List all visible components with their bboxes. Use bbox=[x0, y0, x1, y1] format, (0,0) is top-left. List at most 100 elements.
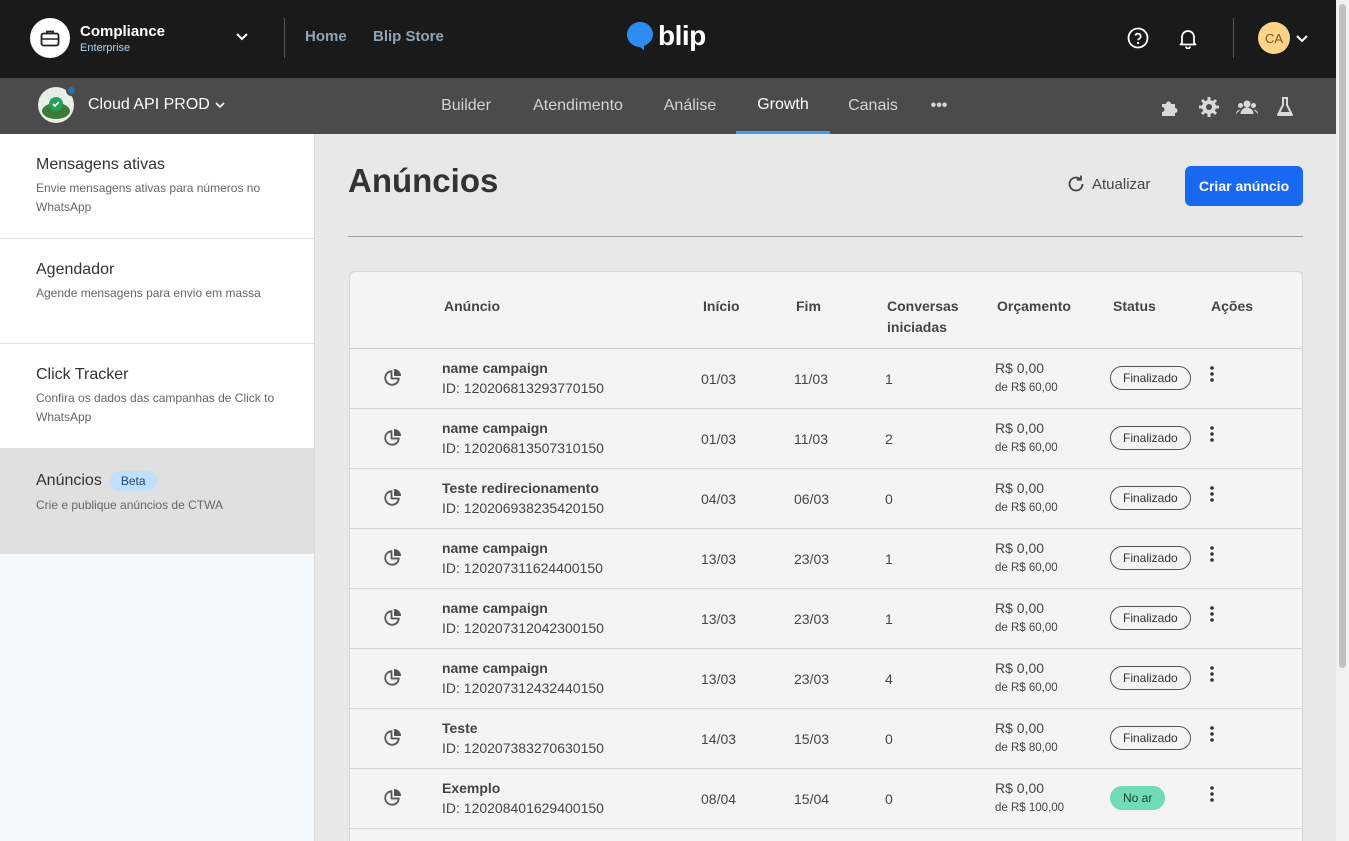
sidebar-item-desc: Confira os dados das campanhas de Click … bbox=[36, 391, 275, 424]
pie-chart-icon bbox=[383, 727, 403, 750]
ad-end-date: 15/03 bbox=[794, 731, 830, 747]
ad-name: name campaign bbox=[442, 600, 548, 616]
ad-name: name campaign bbox=[442, 420, 548, 436]
ad-name: name campaign bbox=[442, 360, 548, 376]
pie-chart-icon bbox=[383, 367, 403, 390]
bot-switcher[interactable]: Cloud API PROD bbox=[38, 85, 226, 123]
divider bbox=[284, 18, 285, 58]
table-row[interactable]: name campaign ID: 120206813293770150 01/… bbox=[350, 349, 1302, 409]
ad-end-date: 15/04 bbox=[794, 791, 830, 807]
nav-link-home[interactable]: Home bbox=[305, 28, 347, 45]
help-icon[interactable] bbox=[1127, 27, 1149, 54]
status-badge: Finalizado bbox=[1110, 726, 1191, 750]
status-badge: Finalizado bbox=[1110, 426, 1191, 450]
more-actions-icon[interactable] bbox=[1210, 726, 1214, 745]
more-actions-icon[interactable] bbox=[1210, 666, 1214, 685]
refresh-label: Atualizar bbox=[1092, 175, 1151, 193]
table-row[interactable]: name campaign ID: 120207312042300150 13/… bbox=[350, 589, 1302, 649]
ad-conversations: 0 bbox=[885, 491, 893, 507]
table-row[interactable]: name campaign ID: 120206813507310150 01/… bbox=[350, 409, 1302, 469]
ad-conversations: 1 bbox=[885, 551, 893, 567]
more-actions-icon[interactable] bbox=[1210, 486, 1214, 505]
top-bar: Compliance Enterprise Home Blip Store bl… bbox=[0, 0, 1336, 78]
ad-budget-spent: R$ 0,00 bbox=[995, 660, 1045, 676]
ad-start-date: 04/03 bbox=[701, 491, 737, 507]
ad-name: Exemplo bbox=[442, 780, 501, 796]
tab-analise[interactable]: Análise bbox=[652, 78, 728, 134]
scrollbar-thumb[interactable] bbox=[1339, 4, 1346, 668]
ad-start-date: 01/03 bbox=[701, 371, 737, 387]
tab-canais[interactable]: Canais bbox=[840, 78, 906, 134]
column-header-acoes: Ações bbox=[1211, 298, 1254, 314]
column-header-orcamento[interactable]: Orçamento bbox=[997, 296, 1071, 317]
brand-logo[interactable]: blip bbox=[626, 20, 706, 52]
status-badge: Finalizado bbox=[1110, 606, 1191, 630]
column-header-anuncio[interactable]: Anúncio bbox=[444, 296, 500, 317]
table-row[interactable]: name campaign ID: 120207312432440150 13/… bbox=[350, 649, 1302, 709]
ad-budget-total: de R$ 80,00 bbox=[995, 742, 1058, 754]
refresh-icon bbox=[1068, 175, 1084, 192]
ad-conversations: 0 bbox=[885, 731, 893, 747]
pie-chart-icon bbox=[383, 667, 403, 690]
tab-builder[interactable]: Builder bbox=[432, 78, 500, 134]
ad-start-date: 01/03 bbox=[701, 431, 737, 447]
divider bbox=[1233, 18, 1234, 58]
table-body: name campaign ID: 120206813293770150 01/… bbox=[350, 349, 1302, 829]
pie-chart-icon bbox=[383, 547, 403, 570]
puzzle-icon[interactable] bbox=[1159, 96, 1181, 123]
nav-link-blip-store[interactable]: Blip Store bbox=[373, 28, 444, 45]
ad-id: ID: 120207312042300150 bbox=[442, 620, 604, 636]
pie-chart-icon bbox=[383, 787, 403, 810]
table-row[interactable]: name campaign ID: 120207311624400150 13/… bbox=[350, 529, 1302, 589]
table-row[interactable]: Teste redirecionamento ID: 1202069382354… bbox=[350, 469, 1302, 529]
avatar[interactable]: CA bbox=[1258, 22, 1290, 54]
create-ad-button[interactable]: Criar anúncio bbox=[1185, 166, 1303, 206]
ad-name: Teste redirecionamento bbox=[442, 480, 599, 496]
tab-atendimento[interactable]: Atendimento bbox=[522, 78, 634, 134]
sidebar-item-desc: Agende mensagens para envio em massa bbox=[36, 286, 261, 300]
more-actions-icon[interactable] bbox=[1210, 786, 1214, 805]
more-actions-icon[interactable] bbox=[1210, 366, 1214, 385]
ad-budget-spent: R$ 0,00 bbox=[995, 540, 1045, 556]
ad-budget-total: de R$ 60,00 bbox=[995, 382, 1058, 394]
more-actions-icon[interactable] bbox=[1210, 426, 1214, 445]
chevron-down-icon[interactable] bbox=[234, 28, 250, 49]
more-actions-icon[interactable] bbox=[1210, 546, 1214, 565]
sidebar-item-click-tracker[interactable]: Click Tracker Confira os dados das campa… bbox=[0, 344, 314, 449]
ad-budget-spent: R$ 0,00 bbox=[995, 600, 1045, 616]
table-row[interactable]: Teste ID: 120207383270630150 14/03 15/03… bbox=[350, 709, 1302, 769]
column-header-conversas[interactable]: Conversas iniciadas bbox=[887, 296, 959, 338]
sidebar-item-mensagens-ativas[interactable]: Mensagens ativas Envie mensagens ativas … bbox=[0, 134, 314, 239]
column-header-status[interactable]: Status bbox=[1113, 296, 1156, 317]
ad-conversations: 2 bbox=[885, 431, 893, 447]
org-switcher[interactable]: Compliance Enterprise bbox=[30, 18, 165, 58]
gear-icon[interactable] bbox=[1198, 96, 1220, 123]
column-header-conversas-line1: Conversas bbox=[887, 298, 959, 314]
refresh-button[interactable]: Atualizar bbox=[1066, 174, 1150, 194]
sidebar-item-anuncios[interactable]: Anúncios Beta Crie e publique anúncios d… bbox=[0, 449, 314, 554]
divider bbox=[348, 236, 1303, 237]
sidebar-item-agendador[interactable]: Agendador Agende mensagens para envio em… bbox=[0, 239, 314, 344]
team-icon[interactable] bbox=[1236, 96, 1258, 123]
ad-id: ID: 120207312432440150 bbox=[442, 680, 604, 696]
column-header-inicio[interactable]: Início bbox=[703, 296, 740, 317]
scrollbar[interactable] bbox=[1336, 0, 1349, 841]
column-header-fim[interactable]: Fim bbox=[796, 296, 821, 317]
ad-start-date: 08/04 bbox=[701, 791, 737, 807]
status-badge: No ar bbox=[1110, 786, 1166, 810]
ad-start-date: 13/03 bbox=[701, 551, 737, 567]
pie-chart-icon bbox=[383, 427, 403, 450]
flask-icon[interactable] bbox=[1275, 96, 1295, 123]
chevron-down-icon[interactable] bbox=[1294, 30, 1310, 51]
sidebar-item-title-row: Anúncios Beta bbox=[36, 471, 278, 491]
table-header: Anúncio Início Fim Conversas iniciadas O… bbox=[350, 272, 1302, 349]
bell-icon[interactable] bbox=[1177, 27, 1199, 54]
more-icon[interactable]: ••• bbox=[922, 78, 956, 134]
table-row[interactable]: Exemplo ID: 120208401629400150 08/04 15/… bbox=[350, 769, 1302, 829]
more-actions-icon[interactable] bbox=[1210, 606, 1214, 625]
pie-chart-icon bbox=[383, 607, 403, 630]
sidebar-item-desc: Envie mensagens ativas para números no W… bbox=[36, 181, 261, 214]
ad-id: ID: 120207311624400150 bbox=[442, 560, 603, 576]
tab-growth[interactable]: Growth bbox=[736, 78, 830, 134]
brand-text: blip bbox=[658, 20, 706, 51]
